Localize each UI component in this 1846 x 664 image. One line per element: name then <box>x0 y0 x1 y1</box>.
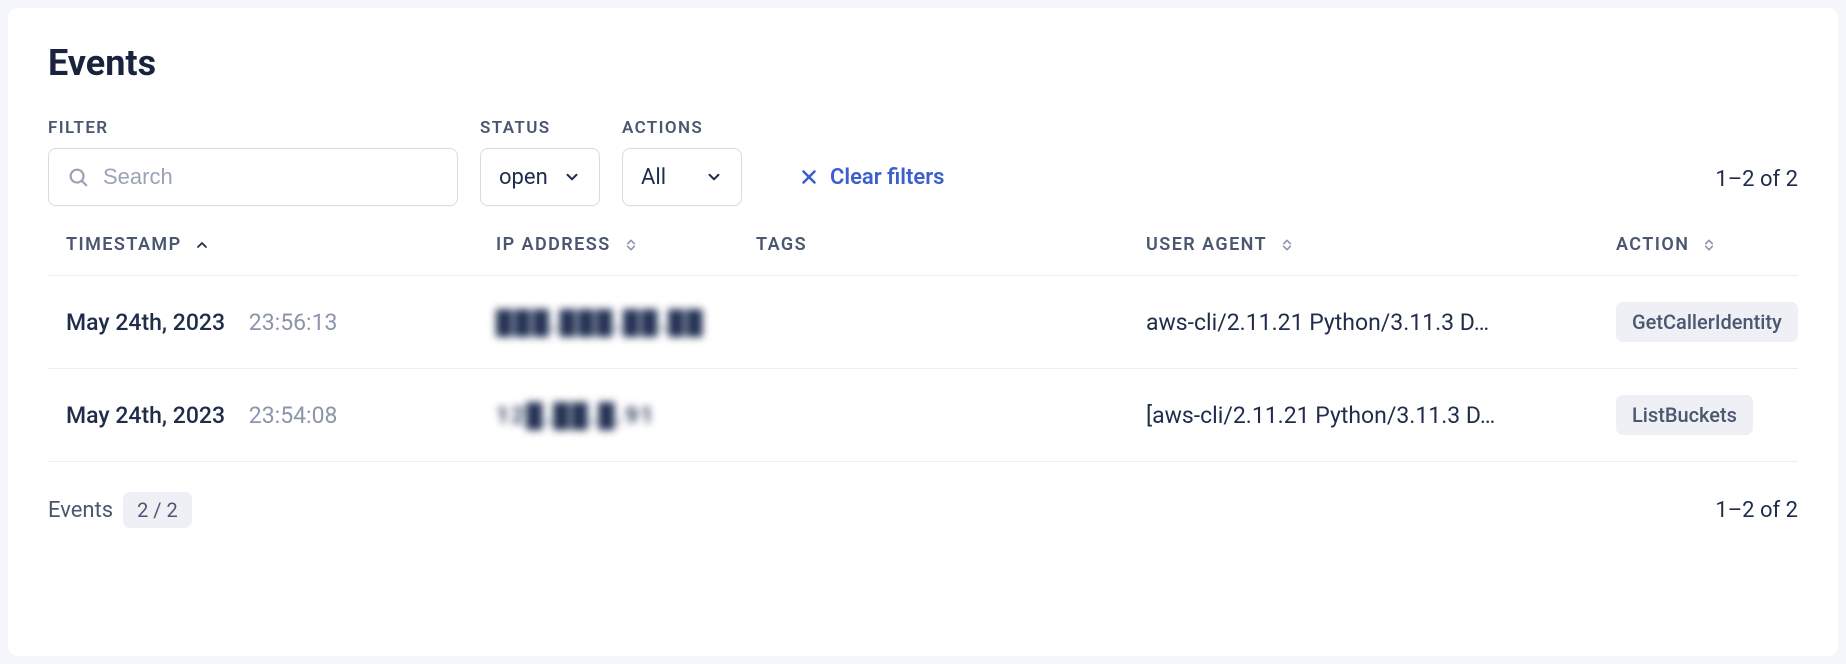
clear-filters-button[interactable]: Clear filters <box>798 148 944 206</box>
th-timestamp-label: TIMESTAMP <box>66 234 182 255</box>
cell-user-agent: aws-cli/2.11.21 Python/3.11.3 D… <box>1146 309 1576 336</box>
filter-row: FILTER STATUS open ACTIONS All <box>48 118 1798 206</box>
timestamp-date: May 24th, 2023 <box>66 402 225 429</box>
close-icon <box>798 166 820 188</box>
actions-label: ACTIONS <box>622 118 742 138</box>
th-ip[interactable]: IP ADDRESS <box>496 234 756 255</box>
th-timestamp[interactable]: TIMESTAMP <box>66 234 496 255</box>
cell-timestamp: May 24th, 2023 23:54:08 <box>66 402 496 429</box>
chevron-down-icon <box>563 168 581 186</box>
th-action-label: ACTION <box>1616 234 1689 255</box>
events-table: TIMESTAMP IP ADDRESS TAGS USER AGENT <box>48 234 1798 462</box>
search-input-wrap[interactable] <box>48 148 458 206</box>
chevron-down-icon <box>705 168 723 186</box>
filter-label: FILTER <box>48 118 458 138</box>
actions-select[interactable]: All <box>622 148 742 206</box>
footer-events-count: Events 2 / 2 <box>48 492 192 528</box>
filter-block-actions: ACTIONS All <box>622 118 742 206</box>
pagination-top: 1–2 of 2 <box>1715 167 1798 192</box>
action-badge: ListBuckets <box>1616 395 1753 435</box>
table-header: TIMESTAMP IP ADDRESS TAGS USER AGENT <box>48 234 1798 276</box>
th-tags-label: TAGS <box>756 234 807 255</box>
table-row[interactable]: May 24th, 2023 23:56:13 ███.███.██.██ aw… <box>48 276 1798 369</box>
status-label: STATUS <box>480 118 600 138</box>
footer-events-word: Events <box>48 498 113 523</box>
cell-action: ListBuckets <box>1616 395 1780 435</box>
pagination-bottom: 1–2 of 2 <box>1715 498 1798 523</box>
action-badge: GetCallerIdentity <box>1616 302 1798 342</box>
sort-icon <box>623 237 639 253</box>
th-ip-label: IP ADDRESS <box>496 234 611 255</box>
table-footer: Events 2 / 2 1–2 of 2 <box>48 492 1798 528</box>
status-select-value: open <box>499 165 548 190</box>
search-input[interactable] <box>103 164 439 190</box>
chevron-up-icon <box>194 237 210 253</box>
cell-ip: ███.███.██.██ <box>496 309 756 336</box>
cell-timestamp: May 24th, 2023 23:56:13 <box>66 309 496 336</box>
clear-filters-label: Clear filters <box>830 165 944 190</box>
th-ua-label: USER AGENT <box>1146 234 1267 255</box>
timestamp-date: May 24th, 2023 <box>66 309 225 336</box>
page-title: Events <box>48 42 1798 84</box>
filter-block-status: STATUS open <box>480 118 600 206</box>
timestamp-time: 23:54:08 <box>249 402 338 429</box>
th-user-agent[interactable]: USER AGENT <box>1146 234 1616 255</box>
table-body: May 24th, 2023 23:56:13 ███.███.██.██ aw… <box>48 276 1798 462</box>
th-action[interactable]: ACTION <box>1616 234 1780 255</box>
cell-user-agent: [aws-cli/2.11.21 Python/3.11.3 D… <box>1146 402 1576 429</box>
count-badge: 2 / 2 <box>123 492 192 528</box>
timestamp-time: 23:56:13 <box>249 309 338 336</box>
actions-select-value: All <box>641 165 666 190</box>
events-panel: Events FILTER STATUS open ACTIONS <box>8 8 1838 656</box>
table-row[interactable]: May 24th, 2023 23:54:08 12█.██.█.91 [aws… <box>48 369 1798 462</box>
cell-ip: 12█.██.█.91 <box>496 402 756 429</box>
sort-icon <box>1701 237 1717 253</box>
search-icon <box>67 166 89 188</box>
cell-action: GetCallerIdentity <box>1616 302 1798 342</box>
status-select[interactable]: open <box>480 148 600 206</box>
sort-icon <box>1279 237 1295 253</box>
filter-block-search: FILTER <box>48 118 458 206</box>
th-tags[interactable]: TAGS <box>756 234 1146 255</box>
